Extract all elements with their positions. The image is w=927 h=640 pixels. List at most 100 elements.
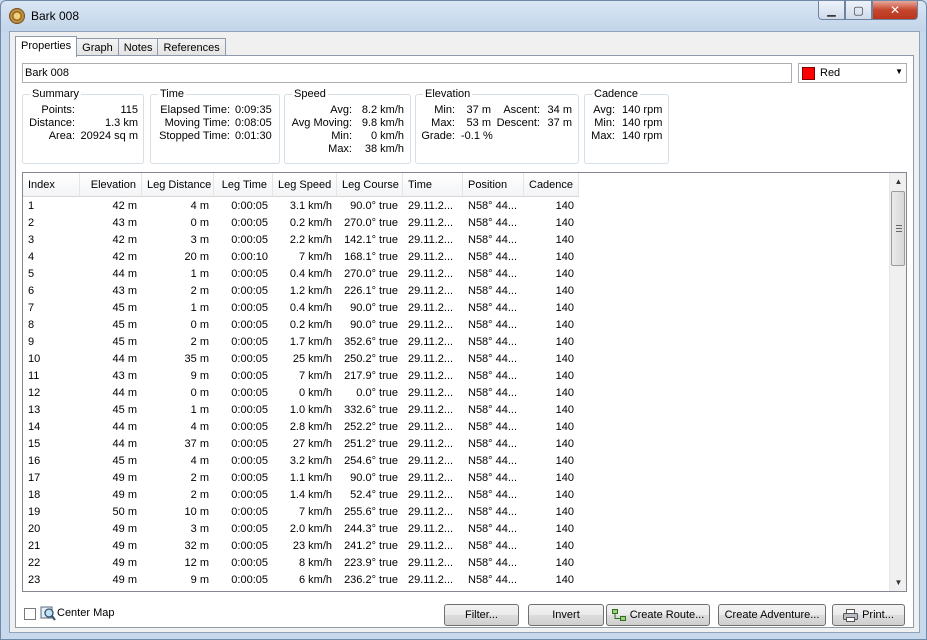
cell-index: 6 — [28, 285, 35, 297]
column-header-leg-speed[interactable]: Leg Speed — [273, 173, 337, 197]
invert-button[interactable]: Invert — [528, 604, 604, 626]
cell-cadence: 140 — [555, 523, 574, 535]
table-row[interactable]: 17 49 m 2 m 0:00:05 1.1 km/h 90.0° true 29.11.… — [23, 470, 579, 487]
cell-leg-distance: 1 m — [190, 404, 209, 416]
elevation-ascent-label: Ascent: — [503, 104, 540, 116]
cell-leg-course: 251.2° true — [344, 438, 398, 450]
cell-cadence: 140 — [555, 438, 574, 450]
title-bar[interactable]: Bark 008 ▁ ▢ ✕ — [1, 1, 926, 31]
table-row[interactable]: 4 42 m 20 m 0:00:10 7 km/h 168.1° true 29.11.2… — [23, 249, 579, 266]
cell-position: N58° 44... — [468, 336, 518, 348]
cell-time: 29.11.2... — [408, 557, 454, 569]
cell-leg-course: 223.9° true — [344, 557, 398, 569]
table-row[interactable]: 1 42 m 4 m 0:00:05 3.1 km/h 90.0° true 29.11.2… — [23, 198, 579, 215]
scroll-down-icon[interactable]: ▼ — [890, 574, 906, 591]
column-header-leg-distance[interactable]: Leg Distance — [142, 173, 214, 197]
cell-position: N58° 44... — [468, 217, 518, 229]
cell-cadence: 140 — [555, 268, 574, 280]
table-row[interactable]: 12 44 m 0 m 0:00:05 0 km/h 0.0° true 29.11.2..… — [23, 385, 579, 402]
center-map-checkbox[interactable] — [24, 608, 36, 620]
chevron-down-icon: ▼ — [895, 67, 903, 76]
color-select[interactable]: Red ▼ — [798, 63, 907, 83]
table-row[interactable]: 13 45 m 1 m 0:00:05 1.0 km/h 332.6° true 29.11… — [23, 402, 579, 419]
cell-leg-time: 0:00:05 — [231, 200, 268, 212]
tab-references[interactable]: References — [157, 38, 226, 56]
cell-cadence: 140 — [555, 302, 574, 314]
trackpoint-table[interactable]: Index Elevation Leg Distance Leg Time Leg Sp… — [22, 172, 907, 592]
cell-time: 29.11.2... — [408, 455, 454, 467]
vertical-scrollbar[interactable]: ▲ ▼ — [889, 173, 906, 591]
cell-elevation: 45 m — [112, 455, 137, 467]
table-row[interactable]: 18 49 m 2 m 0:00:05 1.4 km/h 52.4° true 29.11.… — [23, 487, 579, 504]
column-header-cadence[interactable]: Cadence — [524, 173, 579, 197]
cadence-title: Cadence — [592, 88, 641, 100]
name-field[interactable]: Bark 008 — [22, 63, 792, 83]
table-row[interactable]: 20 49 m 3 m 0:00:05 2.0 km/h 244.3° true 29.11… — [23, 521, 579, 538]
cell-cadence: 140 — [555, 540, 574, 552]
cell-index: 21 — [28, 540, 41, 552]
table-row[interactable]: 8 45 m 0 m 0:00:05 0.2 km/h 90.0° true 29.11.2… — [23, 317, 579, 334]
create-adventure-button[interactable]: Create Adventure... — [718, 604, 826, 626]
column-header-leg-time[interactable]: Leg Time — [214, 173, 273, 197]
area-value: 20924 sq m — [80, 130, 138, 142]
cell-cadence: 140 — [555, 234, 574, 246]
minimize-button[interactable]: ▁ — [818, 1, 845, 20]
print-button[interactable]: Print... — [832, 604, 905, 626]
create-route-button[interactable]: Create Route... — [606, 604, 710, 626]
route-icon — [611, 609, 626, 621]
column-header-elevation[interactable]: Elevation — [80, 173, 142, 197]
cell-time: 29.11.2... — [408, 217, 454, 229]
table-row[interactable]: 21 49 m 32 m 0:00:05 23 km/h 241.2° true 29.11… — [23, 538, 579, 555]
cell-leg-time: 0:00:05 — [231, 404, 268, 416]
cell-leg-distance: 9 m — [190, 370, 209, 382]
points-label: Points: — [41, 104, 75, 116]
cell-leg-course: 332.6° true — [344, 404, 398, 416]
table-row[interactable]: 19 50 m 10 m 0:00:05 7 km/h 255.6° true 29.11.… — [23, 504, 579, 521]
cell-position: N58° 44... — [468, 540, 518, 552]
cell-leg-speed: 6 km/h — [298, 574, 332, 586]
cadence-min-label: Min: — [594, 117, 615, 129]
speed-max-label: Max: — [328, 143, 352, 155]
elevation-min-value: 37 m — [466, 104, 491, 116]
maximize-button[interactable]: ▢ — [845, 1, 872, 20]
column-header-leg-course[interactable]: Leg Course — [337, 173, 403, 197]
cell-leg-distance: 3 m — [190, 523, 209, 535]
tab-properties[interactable]: Properties — [15, 36, 78, 57]
app-icon — [9, 8, 25, 24]
cell-index: 9 — [28, 336, 35, 348]
table-row[interactable]: 2 43 m 0 m 0:00:05 0.2 km/h 270.0° true 29.11.… — [23, 215, 579, 232]
table-row[interactable]: 15 44 m 37 m 0:00:05 27 km/h 251.2° true 29.11… — [23, 436, 579, 453]
cell-index: 17 — [28, 472, 41, 484]
table-row[interactable]: 9 45 m 2 m 0:00:05 1.7 km/h 352.6° true 29.11.… — [23, 334, 579, 351]
table-row[interactable]: 11 43 m 9 m 0:00:05 7 km/h 217.9° true 29.11.2… — [23, 368, 579, 385]
table-row[interactable]: 16 45 m 4 m 0:00:05 3.2 km/h 254.6° true 29.11… — [23, 453, 579, 470]
table-row[interactable]: 7 45 m 1 m 0:00:05 0.4 km/h 90.0° true 29.11.2… — [23, 300, 579, 317]
cell-position: N58° 44... — [468, 387, 518, 399]
cell-index: 12 — [28, 387, 41, 399]
table-row[interactable]: 10 44 m 35 m 0:00:05 25 km/h 250.2° true 29.11… — [23, 351, 579, 368]
moving-time-label: Moving Time: — [164, 117, 230, 129]
cell-leg-course: 241.2° true — [344, 540, 398, 552]
column-header-position[interactable]: Position — [463, 173, 524, 197]
table-row[interactable]: 5 44 m 1 m 0:00:05 0.4 km/h 270.0° true 29.11.… — [23, 266, 579, 283]
cell-leg-course: 52.4° true — [350, 489, 398, 501]
close-button[interactable]: ✕ — [872, 1, 918, 20]
tab-notes[interactable]: Notes — [117, 38, 159, 56]
cell-leg-distance: 2 m — [190, 472, 209, 484]
table-row[interactable]: 3 42 m 3 m 0:00:05 2.2 km/h 142.1° true 29.11.… — [23, 232, 579, 249]
cell-elevation: 50 m — [112, 506, 137, 518]
tab-graph[interactable]: Graph — [76, 38, 119, 56]
scroll-up-icon[interactable]: ▲ — [890, 173, 906, 190]
elevation-title: Elevation — [423, 88, 473, 100]
column-header-time[interactable]: Time — [403, 173, 463, 197]
scroll-thumb[interactable] — [891, 191, 905, 266]
filter-button[interactable]: Filter... — [444, 604, 519, 626]
column-header-index[interactable]: Index — [23, 173, 80, 197]
table-row[interactable]: 22 49 m 12 m 0:00:05 8 km/h 223.9° true 29.11.… — [23, 555, 579, 572]
cell-time: 29.11.2... — [408, 472, 454, 484]
table-row[interactable]: 6 43 m 2 m 0:00:05 1.2 km/h 226.1° true 29.11.… — [23, 283, 579, 300]
table-row[interactable]: 14 44 m 4 m 0:00:05 2.8 km/h 252.2° true 29.11… — [23, 419, 579, 436]
cell-leg-time: 0:00:05 — [231, 540, 268, 552]
cell-leg-course: 90.0° true — [350, 472, 398, 484]
table-row[interactable]: 23 49 m 9 m 0:00:05 6 km/h 236.2° true 29.11.2… — [23, 572, 579, 589]
